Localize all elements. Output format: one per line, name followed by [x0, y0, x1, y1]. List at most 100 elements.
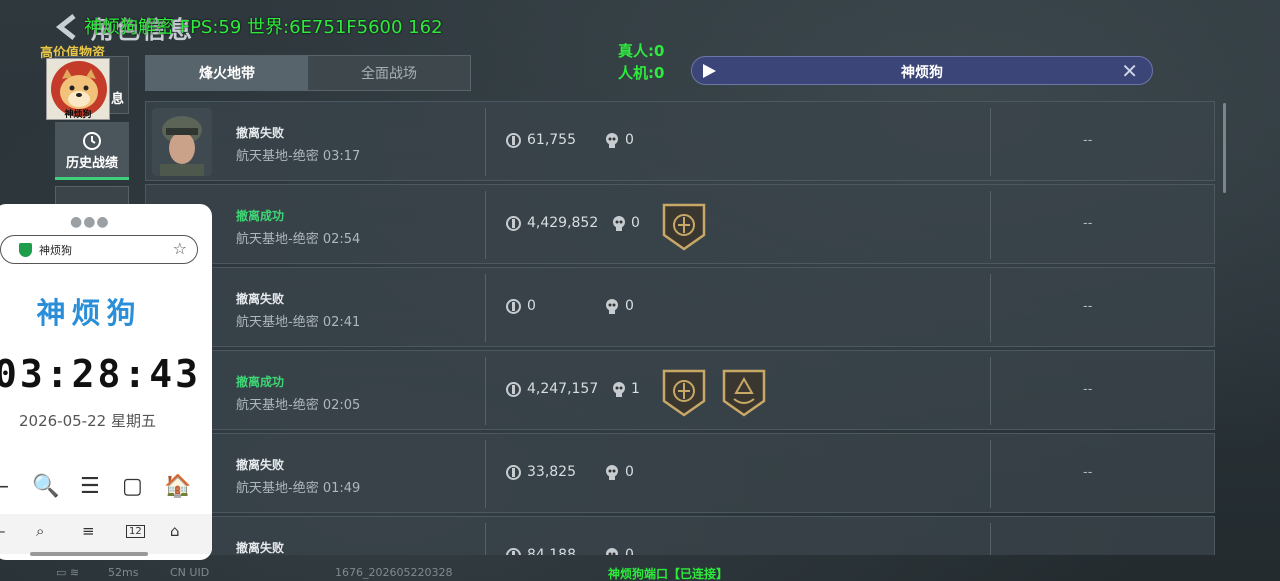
value-coin-icon — [506, 382, 521, 397]
panel-title: 神烦狗 — [36, 296, 142, 330]
status-bar: ▭ ≋ 52ms CN UID 1676_202605220328 神烦狗端口【… — [0, 564, 1280, 581]
column-divider — [485, 191, 486, 259]
gesture-bar — [30, 552, 148, 556]
skull-icon — [613, 382, 625, 397]
column-divider — [990, 108, 991, 176]
wifi-icon: ▭ ≋ — [56, 566, 80, 579]
value-coin-icon — [506, 299, 521, 314]
extraction-status: 撤离失败 — [236, 458, 285, 472]
kill-count: 0 — [625, 298, 634, 314]
skull-icon — [613, 216, 625, 231]
port-status: 神烦狗端口【已连接】 — [608, 567, 729, 581]
extraction-status: 撤离成功 — [236, 375, 285, 389]
player-bar-name: 神烦狗 — [901, 65, 943, 81]
extra-info: -- — [1083, 133, 1093, 148]
column-divider — [485, 108, 486, 176]
column-divider — [485, 523, 486, 555]
sidebar-item-history[interactable]: 历史战绩 — [55, 122, 129, 180]
hud-overlay-text: 神烦狗解密 FPS:59 世界:6E751F5600 162 — [84, 17, 443, 38]
extra-info: -- — [1083, 299, 1093, 314]
minus-icon[interactable]: – — [0, 474, 9, 499]
column-divider — [990, 523, 991, 555]
column-divider — [485, 274, 486, 342]
column-divider — [990, 274, 991, 342]
kill-count: 0 — [631, 215, 640, 231]
avatar-caption: 神烦狗 — [64, 110, 92, 120]
match-history-list: 撤离失败 航天基地-绝密 03:17 61,755 0 -- 撤离成功 航天基地… — [145, 101, 1217, 555]
date-display: 2026-05-22 星期五 — [19, 412, 156, 430]
search-icon[interactable]: ⌕ — [36, 522, 44, 540]
home-icon[interactable]: 🏠 — [164, 474, 191, 499]
clock-display: 03:28:43 — [0, 352, 202, 396]
region-label: CN UID — [170, 566, 210, 579]
tab-full-battlefield[interactable]: 全面战场 — [308, 56, 470, 90]
real-player-count: 真人:0 — [618, 42, 665, 60]
kill-count: 0 — [625, 547, 634, 555]
loot-value: 4,247,157 — [527, 381, 599, 397]
skull-icon — [606, 299, 618, 314]
sidebar-item-label: 历史战绩 — [65, 156, 118, 171]
extraction-status: 撤离失败 — [236, 541, 285, 555]
square-icon[interactable]: ▢ — [122, 474, 143, 499]
browser-bottom-nav: – ⌕ ≡ 12 ⌂ — [0, 514, 212, 554]
extraction-status: 撤离成功 — [236, 209, 285, 223]
map-and-time: 航天基地-绝密 01:49 — [236, 481, 361, 496]
star-icon[interactable]: ☆ — [173, 239, 187, 258]
close-icon[interactable]: ✕ — [1121, 61, 1138, 81]
player-bar[interactable]: 神烦狗 ✕ — [691, 56, 1153, 85]
skull-icon — [606, 133, 618, 148]
bot-count: 人机:0 — [618, 64, 665, 82]
extra-info: -- — [1083, 382, 1093, 397]
search-icon[interactable]: 🔍 — [32, 474, 59, 499]
kill-count: 0 — [625, 464, 634, 480]
value-coin-icon — [506, 548, 521, 555]
minus-icon[interactable]: – — [0, 522, 6, 540]
emblem-badge-icon — [662, 369, 706, 417]
table-row[interactable]: 撤离失败 航天基地-绝密 01:49 33,825 0 -- — [145, 433, 1215, 513]
player-counts: 真人:0 人机:0 — [618, 40, 664, 84]
kill-count: 0 — [625, 132, 634, 148]
list-scrollbar[interactable] — [1223, 103, 1226, 193]
address-bar[interactable]: 神烦狗 ☆ — [0, 235, 198, 264]
column-divider — [990, 357, 991, 425]
skull-icon — [606, 548, 618, 555]
table-row[interactable]: 撤离失败 84,188 0 — [145, 516, 1215, 555]
loot-value: 0 — [527, 298, 536, 314]
map-and-time: 航天基地-绝密 02:41 — [236, 315, 361, 330]
value-coin-icon — [506, 465, 521, 480]
emblem-badge-icon — [662, 203, 706, 251]
table-row[interactable]: 撤离失败 航天基地-绝密 03:17 61,755 0 -- — [145, 101, 1215, 181]
skull-icon — [606, 465, 618, 480]
extra-info: -- — [1083, 216, 1093, 231]
floating-browser-panel: ●●● 神烦狗 ☆ 神烦狗 03:28:43 2026-05-22 星期五 – … — [0, 204, 212, 560]
column-divider — [990, 440, 991, 508]
extraction-status: 撤离失败 — [236, 126, 285, 140]
value-coin-icon — [506, 216, 521, 231]
uid-value: 1676_202605220328 — [335, 566, 453, 579]
browser-toolbar: – 🔍 ☰ ▢ 🏠 — [0, 470, 212, 504]
menu-icon[interactable]: ≡ — [82, 522, 95, 540]
map-and-time: 航天基地-绝密 02:05 — [236, 398, 361, 413]
loot-value: 84,188 — [527, 547, 576, 555]
table-row[interactable]: 撤离成功 航天基地-绝密 02:54 4,429,852 0 -- — [145, 184, 1215, 264]
table-row[interactable]: 撤离成功 航天基地-绝密 02:05 4,247,157 1 -- — [145, 350, 1215, 430]
loot-value: 61,755 — [527, 132, 576, 148]
shield-icon — [19, 243, 32, 257]
map-and-time: 航天基地-绝密 02:54 — [236, 232, 361, 247]
home-icon[interactable]: ⌂ — [170, 522, 180, 540]
tabs-count-icon[interactable]: 12 — [126, 525, 145, 538]
back-button[interactable] — [52, 12, 86, 42]
kill-count: 1 — [631, 381, 640, 397]
back-arrow-icon — [55, 14, 76, 40]
loot-value: 4,429,852 — [527, 215, 599, 231]
tab-hazard-zone[interactable]: 烽火地带 — [146, 56, 308, 90]
drag-handle-dots-icon[interactable]: ●●● — [70, 214, 110, 230]
map-and-time: 航天基地-绝密 03:17 — [236, 149, 361, 164]
menu-icon[interactable]: ☰ — [80, 474, 100, 499]
loot-value: 33,825 — [527, 464, 576, 480]
latency: 52ms — [108, 566, 139, 579]
mode-tabs: 烽火地带 全面战场 — [145, 55, 471, 91]
emblem-badge-icon — [722, 369, 766, 417]
table-row[interactable]: 撤离失败 航天基地-绝密 02:41 0 0 -- — [145, 267, 1215, 347]
column-divider — [990, 191, 991, 259]
